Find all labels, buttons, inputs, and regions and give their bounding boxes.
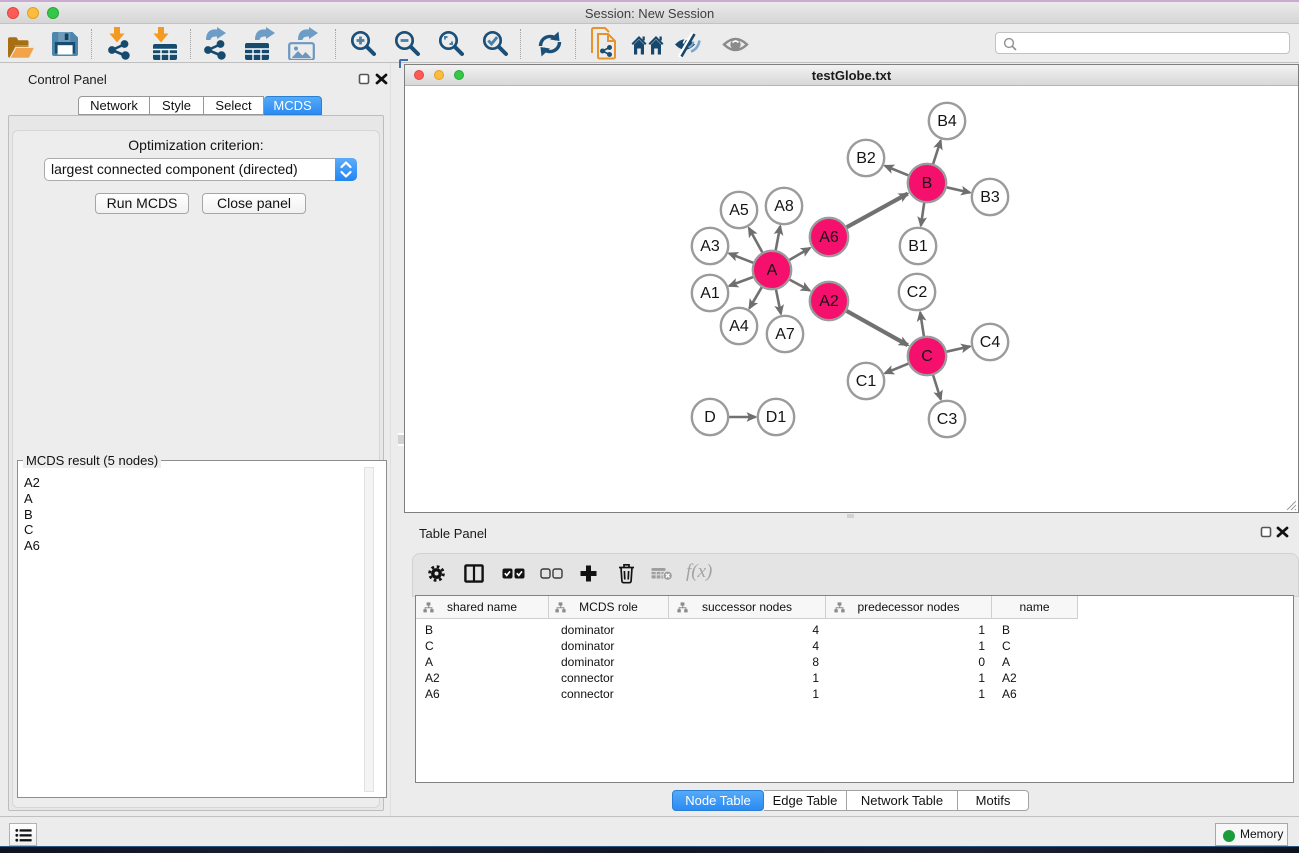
svg-text:A: A — [767, 262, 778, 279]
svg-text:C: C — [921, 348, 933, 365]
svg-text:C4: C4 — [980, 334, 1001, 351]
svg-text:C2: C2 — [907, 284, 928, 301]
svg-text:C1: C1 — [856, 373, 877, 390]
svg-text:A4: A4 — [729, 318, 749, 335]
svg-text:A5: A5 — [729, 202, 749, 219]
svg-text:B4: B4 — [937, 113, 957, 130]
svg-text:B3: B3 — [980, 189, 1000, 206]
svg-text:C3: C3 — [937, 411, 958, 428]
svg-text:A6: A6 — [819, 229, 839, 246]
svg-text:A7: A7 — [775, 326, 795, 343]
svg-text:A8: A8 — [774, 198, 794, 215]
svg-text:D1: D1 — [766, 409, 787, 426]
svg-text:A2: A2 — [819, 293, 839, 310]
svg-text:B1: B1 — [908, 238, 928, 255]
svg-text:B: B — [922, 175, 933, 192]
svg-text:D: D — [704, 409, 716, 426]
svg-text:B2: B2 — [856, 150, 876, 167]
svg-text:A1: A1 — [700, 285, 720, 302]
svg-text:A3: A3 — [700, 238, 720, 255]
